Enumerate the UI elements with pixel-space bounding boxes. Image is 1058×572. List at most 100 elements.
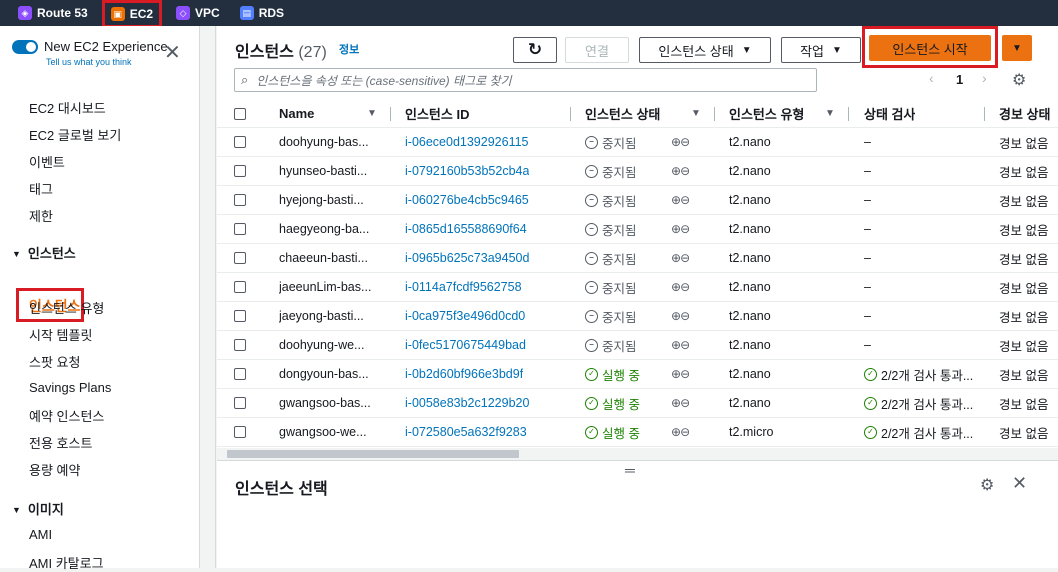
checkbox[interactable] xyxy=(234,194,246,206)
table-row[interactable]: haegyeong-ba... i-0865d165588690f64 − 중지됨 ⊕ ⊖… xyxy=(217,215,1058,244)
close-icon[interactable]: ✕ xyxy=(164,43,181,63)
row-checkbox[interactable] xyxy=(234,389,246,417)
sidebar-item-reserved-instances[interactable]: 예약 인스턴스 xyxy=(29,406,104,425)
zoom-icons[interactable]: ⊕ ⊖ xyxy=(671,186,689,214)
sidebar-section-instances[interactable]: ▼ 인스턴스 xyxy=(12,243,76,262)
gear-icon[interactable]: ⚙ xyxy=(1012,70,1026,90)
sidebar-item-ami-catalog[interactable]: AMI 카탈로그 xyxy=(29,553,104,572)
zoom-out-icon[interactable]: ⊖ xyxy=(680,164,689,178)
column-alarm-status[interactable]: 경보 상태 xyxy=(999,100,1050,127)
zoom-in-icon[interactable]: ⊕ xyxy=(671,251,681,265)
checkbox[interactable] xyxy=(234,281,246,293)
zoom-icons[interactable]: ⊕ ⊖ xyxy=(671,215,689,243)
sidebar-item-ami[interactable]: AMI xyxy=(29,527,52,542)
row-checkbox[interactable] xyxy=(234,157,246,185)
sidebar-item-dedicated-hosts[interactable]: 전용 호스트 xyxy=(29,433,92,452)
zoom-icons[interactable]: ⊕ ⊖ xyxy=(671,128,689,156)
zoom-in-icon[interactable]: ⊕ xyxy=(671,280,681,294)
zoom-in-icon[interactable]: ⊕ xyxy=(671,135,681,149)
zoom-out-icon[interactable]: ⊖ xyxy=(680,251,689,265)
zoom-in-icon[interactable]: ⊕ xyxy=(671,396,681,410)
sidebar-section-images[interactable]: ▼ 이미지 xyxy=(12,499,64,518)
sidebar-item-global-view[interactable]: EC2 글로벌 보기 xyxy=(29,125,121,144)
zoom-out-icon[interactable]: ⊖ xyxy=(680,193,689,207)
sort-icon[interactable]: ▼ xyxy=(691,100,701,127)
service-ec2[interactable]: ▣ EC2 xyxy=(101,0,163,28)
row-checkbox[interactable] xyxy=(234,331,246,359)
status-check[interactable]: ✓ 2/2개 검사 통과... xyxy=(864,360,984,388)
table-row[interactable]: doohyung-bas... i-06ece0d1392926115 − 중지됨 ⊕ ⊖… xyxy=(217,128,1058,157)
checkbox[interactable] xyxy=(234,397,246,409)
checkbox[interactable] xyxy=(234,107,246,120)
column-divider[interactable] xyxy=(390,107,391,121)
table-row[interactable]: chaeeun-basti... i-0965b625c73a9450d − 중지됨 ⊕… xyxy=(217,244,1058,273)
service-vpc[interactable]: ◇ VPC xyxy=(170,0,226,26)
zoom-out-icon[interactable]: ⊖ xyxy=(680,222,689,236)
table-row[interactable]: hyunseo-basti... i-0792160b53b52cb4a − 중지됨 ⊕… xyxy=(217,157,1058,186)
column-divider[interactable] xyxy=(570,107,571,121)
instance-id-link[interactable]: i-0965b625c73a9450d xyxy=(405,244,529,272)
zoom-icons[interactable]: ⊕ ⊖ xyxy=(671,157,689,185)
instance-state-dropdown[interactable]: 인스턴스 상태 ▼ xyxy=(639,37,771,63)
row-checkbox[interactable] xyxy=(234,273,246,301)
resize-handle-icon[interactable]: ═ xyxy=(625,462,635,478)
checkbox[interactable] xyxy=(234,136,246,148)
checkbox[interactable] xyxy=(234,310,246,322)
checkbox[interactable] xyxy=(234,252,246,264)
zoom-out-icon[interactable]: ⊖ xyxy=(680,338,689,352)
instance-id-link[interactable]: i-0ca975f3e496d0cd0 xyxy=(405,302,525,330)
sort-icon[interactable]: ▼ xyxy=(367,100,377,127)
table-row[interactable]: doohyung-we... i-0fec5170675449bad − 중지됨 ⊕ ⊖ t… xyxy=(217,331,1058,360)
zoom-icons[interactable]: ⊕ ⊖ xyxy=(671,273,689,301)
sidebar-item-dashboard[interactable]: EC2 대시보드 xyxy=(29,98,106,117)
sidebar-item-limits[interactable]: 제한 xyxy=(29,206,53,225)
zoom-out-icon[interactable]: ⊖ xyxy=(680,396,689,410)
sort-icon[interactable]: ▼ xyxy=(825,100,835,127)
table-row[interactable]: gwangsoo-bas... i-0058e83b2c1229b20 ✓ 실행 중 ⊕… xyxy=(217,389,1058,418)
zoom-out-icon[interactable]: ⊖ xyxy=(680,135,689,149)
table-row[interactable]: jaeeunLim-bas... i-0114a7fcdf9562758 − 중지됨 ⊕… xyxy=(217,273,1058,302)
page-number[interactable]: 1 xyxy=(956,72,963,87)
close-icon[interactable]: ✕ xyxy=(1012,473,1027,494)
zoom-icons[interactable]: ⊕ ⊖ xyxy=(671,331,689,359)
column-instance-type[interactable]: 인스턴스 유형 xyxy=(729,100,804,127)
column-divider[interactable] xyxy=(984,107,985,121)
instance-id-link[interactable]: i-072580e5a632f9283 xyxy=(405,418,527,446)
zoom-in-icon[interactable]: ⊕ xyxy=(671,193,681,207)
zoom-out-icon[interactable]: ⊖ xyxy=(680,425,689,439)
select-all-checkbox[interactable] xyxy=(234,100,246,127)
launch-instance-button[interactable]: 인스턴스 시작 xyxy=(869,35,991,61)
new-experience-toggle[interactable] xyxy=(12,40,38,54)
row-checkbox[interactable] xyxy=(234,418,246,446)
zoom-in-icon[interactable]: ⊕ xyxy=(671,164,681,178)
sidebar-item-savings-plans[interactable]: Savings Plans xyxy=(29,380,111,395)
table-row[interactable]: dongyoun-bas... i-0b2d60bf966e3bd9f ✓ 실행 중 ⊕… xyxy=(217,360,1058,389)
service-route53[interactable]: ◈ Route 53 xyxy=(12,0,94,26)
feedback-link[interactable]: Tell us what you think xyxy=(46,57,132,67)
row-checkbox[interactable] xyxy=(234,360,246,388)
column-divider[interactable] xyxy=(714,107,715,121)
refresh-button[interactable]: ↻ xyxy=(513,37,557,63)
zoom-icons[interactable]: ⊕ ⊖ xyxy=(671,389,689,417)
instance-id-link[interactable]: i-0792160b53b52cb4a xyxy=(405,157,529,185)
sidebar-item-spot-requests[interactable]: 스팟 요청 xyxy=(29,352,80,371)
scrollbar-thumb[interactable] xyxy=(227,450,519,458)
instance-id-link[interactable]: i-0114a7fcdf9562758 xyxy=(405,273,522,301)
zoom-icons[interactable]: ⊕ ⊖ xyxy=(671,302,689,330)
zoom-icons[interactable]: ⊕ ⊖ xyxy=(671,244,689,272)
zoom-in-icon[interactable]: ⊕ xyxy=(671,338,681,352)
launch-dropdown-button[interactable]: ▼ xyxy=(1002,35,1032,61)
zoom-out-icon[interactable]: ⊖ xyxy=(680,367,689,381)
horizontal-scrollbar[interactable] xyxy=(217,448,1058,460)
service-rds[interactable]: ▤ RDS xyxy=(234,0,290,26)
status-check[interactable]: ✓ 2/2개 검사 통과... xyxy=(864,389,984,417)
prev-page-icon[interactable]: ‹ xyxy=(929,70,934,86)
zoom-icons[interactable]: ⊕ ⊖ xyxy=(671,360,689,388)
instance-id-link[interactable]: i-0865d165588690f64 xyxy=(405,215,527,243)
checkbox[interactable] xyxy=(234,426,246,438)
next-page-icon[interactable]: › xyxy=(982,70,987,86)
zoom-out-icon[interactable]: ⊖ xyxy=(680,309,689,323)
column-divider[interactable] xyxy=(848,107,849,121)
row-checkbox[interactable] xyxy=(234,128,246,156)
instance-id-link[interactable]: i-0fec5170675449bad xyxy=(405,331,526,359)
